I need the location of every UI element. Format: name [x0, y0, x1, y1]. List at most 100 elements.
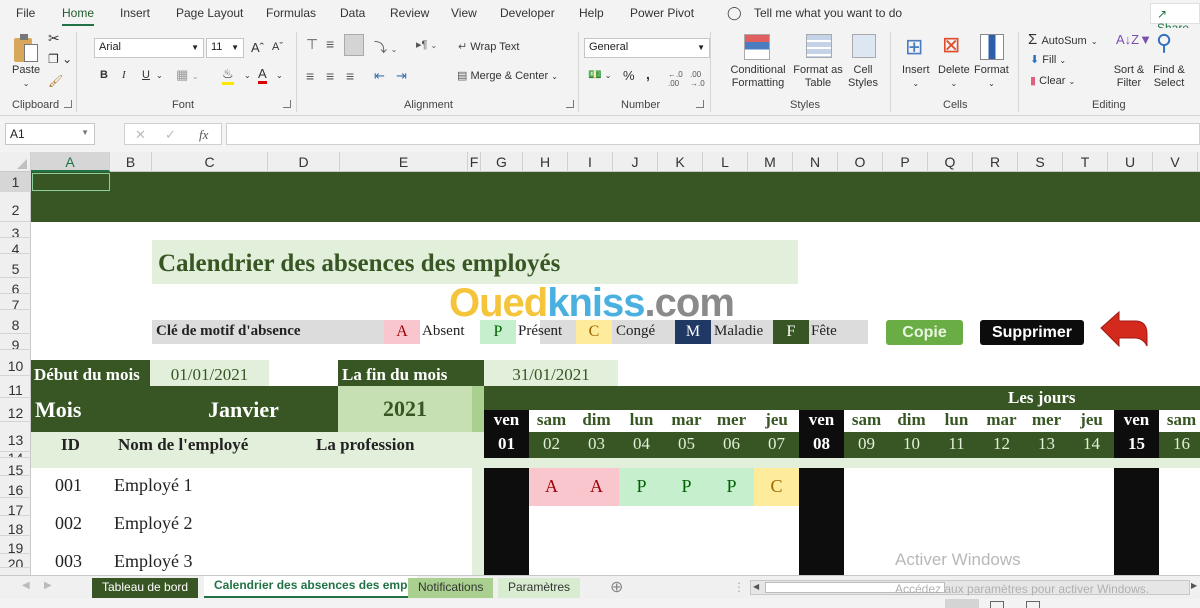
increase-decimal-icon[interactable]: ←.0.00 — [668, 70, 683, 88]
row-header-11[interactable]: 11 — [0, 376, 31, 398]
month-value[interactable]: Janvier — [208, 397, 279, 423]
absence-mark-cell[interactable]: P — [709, 468, 754, 506]
tab-file[interactable]: File — [16, 6, 35, 20]
delete-cells-button[interactable]: Delete ⌄ — [938, 64, 970, 90]
next-sheet-icon[interactable]: ▶ — [44, 580, 52, 591]
paste-button[interactable]: Paste ⌄ — [12, 64, 40, 90]
decrease-indent-icon[interactable]: ⇤ — [374, 68, 385, 84]
accounting-format-icon[interactable]: 💵 ⌄ — [588, 68, 611, 81]
tab-data[interactable]: Data — [340, 6, 365, 20]
align-bottom-button[interactable] — [344, 34, 364, 56]
decrease-decimal-icon[interactable]: .00 →.0 — [690, 70, 705, 88]
column-header-i[interactable]: I — [568, 152, 613, 172]
align-right-icon[interactable]: ≡ — [346, 68, 354, 84]
increase-font-icon[interactable]: Aˆ — [251, 40, 264, 55]
tab-page-layout[interactable]: Page Layout — [176, 6, 243, 20]
format-as-table-button[interactable]: Format as Table — [792, 64, 844, 90]
row-header-12[interactable]: 12 — [0, 398, 31, 422]
fill-color-dropdown-icon[interactable]: ⌄ — [244, 71, 251, 80]
row-header-10[interactable]: 10 — [0, 350, 31, 376]
row-header-15[interactable]: 15 — [0, 458, 31, 476]
column-header-b[interactable]: B — [110, 152, 152, 172]
employee-name[interactable]: Employé 1 — [114, 475, 193, 496]
row-header-2[interactable]: 2 — [0, 192, 31, 222]
column-header-m[interactable]: M — [748, 152, 793, 172]
copy-icon[interactable]: ❐ ⌄ — [48, 52, 72, 66]
comma-button[interactable]: , — [646, 66, 650, 82]
cut-icon[interactable]: ✂ — [48, 30, 60, 47]
tab-home[interactable]: Home — [62, 6, 95, 26]
row-header-1[interactable]: 1 — [0, 172, 31, 192]
column-header-g[interactable]: G — [481, 152, 523, 172]
row-header-9[interactable]: 9 — [0, 334, 31, 350]
column-header-f[interactable]: F — [468, 152, 481, 172]
align-top-icon[interactable]: ⊤ — [306, 36, 318, 53]
enter-icon[interactable]: ✓ — [165, 127, 176, 143]
autosum-button[interactable]: Σ AutoSum ⌄ — [1028, 31, 1098, 48]
tab-help[interactable]: Help — [579, 6, 604, 20]
column-header-j[interactable]: J — [613, 152, 658, 172]
fill-button[interactable]: ⬇ Fill ⌄ — [1030, 53, 1066, 66]
employee-id[interactable]: 001 — [55, 475, 82, 496]
find-select-button[interactable]: Find & Select — [1150, 64, 1188, 90]
absence-mark-cell[interactable]: P — [619, 468, 664, 506]
sort-filter-button[interactable]: Sort & Filter — [1112, 64, 1146, 90]
orientation-icon[interactable]: ⤵ ⌄ — [374, 37, 397, 56]
prev-sheet-icon[interactable]: ◀ — [22, 580, 30, 591]
select-all-button[interactable] — [0, 152, 31, 172]
employee-name[interactable]: Employé 3 — [114, 551, 193, 572]
decrease-font-icon[interactable]: Aˇ — [272, 41, 283, 53]
sheet-tab-dashboard[interactable]: Tableau de bord — [92, 578, 199, 598]
font-launcher-icon[interactable] — [283, 100, 291, 108]
clipboard-launcher-icon[interactable] — [64, 100, 72, 108]
tab-review[interactable]: Review — [390, 6, 429, 20]
column-header-s[interactable]: S — [1018, 152, 1063, 172]
increase-indent-icon[interactable]: ⇥ — [396, 68, 407, 84]
column-header-d[interactable]: D — [268, 152, 340, 172]
alignment-launcher-icon[interactable] — [566, 100, 574, 108]
page-break-view-icon[interactable] — [1026, 601, 1040, 608]
underline-button[interactable]: U — [142, 69, 150, 81]
scroll-left-icon[interactable]: ◀ — [753, 582, 759, 591]
employee-id[interactable]: 002 — [55, 513, 82, 534]
row-header-16[interactable]: 16 — [0, 476, 31, 498]
share-button[interactable]: ↗ Share — [1150, 3, 1200, 35]
row-header-7[interactable]: 7 — [0, 294, 31, 310]
column-header-v[interactable]: V — [1153, 152, 1198, 172]
text-direction-icon[interactable]: ▸¶ ⌄ — [416, 38, 437, 51]
back-arrow-icon[interactable] — [1099, 308, 1151, 352]
wrap-text-button[interactable]: ↵ Wrap Text — [458, 40, 519, 53]
sheet-tab-notifications[interactable]: Notifications — [408, 578, 494, 598]
percent-button[interactable]: % — [623, 68, 635, 83]
font-name-select[interactable]: Arial ▼ — [94, 38, 204, 58]
row-header-20[interactable]: 20 — [0, 554, 31, 568]
sheet-tab-calendar[interactable]: Calendrier des absences des emp — [204, 576, 418, 598]
add-sheet-icon[interactable]: ⊕ — [610, 577, 623, 597]
column-header-e[interactable]: E — [340, 152, 468, 172]
cell-styles-button[interactable]: Cell Styles — [842, 64, 884, 90]
start-date-value[interactable]: 01/01/2021 — [150, 360, 269, 386]
formula-input[interactable] — [226, 123, 1200, 145]
column-header-r[interactable]: R — [973, 152, 1018, 172]
row-header-6[interactable]: 6 — [0, 278, 31, 294]
absence-mark-cell[interactable]: A — [529, 468, 574, 506]
absence-mark-cell[interactable]: P — [664, 468, 709, 506]
clear-button[interactable]: ▮ Clear ⌄ — [1030, 74, 1075, 87]
column-header-c[interactable]: C — [152, 152, 268, 172]
font-color-icon[interactable]: A — [258, 66, 267, 84]
row-header-18[interactable]: 18 — [0, 516, 31, 536]
delete-button[interactable]: Supprimer — [980, 320, 1084, 345]
tab-formulas[interactable]: Formulas — [266, 6, 316, 20]
tell-me-search[interactable]: Tell me what you want to do — [754, 6, 902, 20]
merge-center-button[interactable]: ▤ Merge & Center ⌄ — [457, 69, 558, 82]
conditional-formatting-button[interactable]: Conditional Formatting — [728, 64, 788, 90]
splitter-handle[interactable]: ⋮ — [733, 580, 745, 594]
tab-insert[interactable]: Insert — [120, 6, 150, 20]
worksheet-grid[interactable]: Calendrier des absences des employés Oue… — [31, 172, 1200, 575]
tab-developer[interactable]: Developer — [500, 6, 555, 20]
row-header-4[interactable]: 4 — [0, 238, 31, 254]
sheet-tab-parametres[interactable]: Paramètres — [498, 578, 581, 598]
column-header-a[interactable]: A — [31, 152, 110, 172]
tab-view[interactable]: View — [451, 6, 477, 20]
row-header-19[interactable]: 19 — [0, 536, 31, 554]
